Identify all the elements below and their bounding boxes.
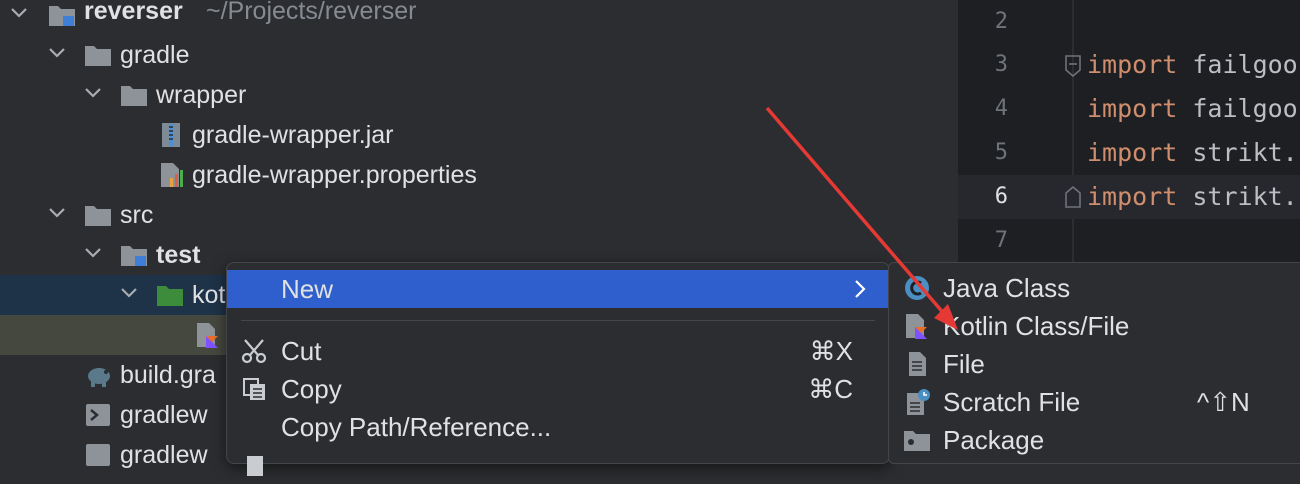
menu-item-copy[interactable]: Copy ⌘C: [227, 370, 889, 408]
code-identifier: failgoo: [1192, 50, 1298, 79]
submenu-item-label: Java Class: [943, 273, 1071, 303]
scissors-icon: [241, 339, 267, 364]
test-sources-folder-icon: [157, 286, 183, 306]
folder-icon: [121, 86, 147, 106]
shortcut-label: ⌘C: [808, 374, 853, 404]
file-icon: [909, 352, 926, 376]
batch-file-icon: [86, 444, 110, 466]
fold-start-icon[interactable]: [1064, 54, 1082, 78]
folder-icon: [85, 206, 111, 226]
menu-item-label: Copy: [281, 374, 342, 404]
menu-item-cut[interactable]: Cut ⌘X: [227, 332, 889, 370]
chevron-down-icon[interactable]: [10, 0, 32, 35]
shell-script-icon: [86, 404, 110, 426]
shortcut-label: ⌘X: [809, 336, 853, 366]
tree-row-gradle[interactable]: gradle: [0, 35, 958, 75]
paste-icon: [247, 456, 263, 476]
submenu-item-java-class[interactable]: Java Class: [889, 269, 1300, 307]
tree-item-label: gradle-wrapper.jar: [192, 121, 394, 149]
new-submenu: Java Class Kotlin Class/File File Scratc…: [888, 262, 1300, 464]
line-number: 7: [994, 228, 1008, 253]
submenu-item-label: Scratch File: [943, 387, 1081, 417]
code-identifier: strikt.: [1192, 138, 1298, 167]
line-number-current: 6: [994, 184, 1008, 209]
fold-end-icon[interactable]: [1064, 185, 1082, 209]
submenu-item-label: File: [943, 349, 985, 379]
menu-item-label: New: [281, 274, 334, 304]
line-number: 4: [994, 96, 1008, 121]
module-folder-icon: [49, 6, 75, 26]
chevron-down-icon[interactable]: [84, 75, 106, 115]
tree-item-label: build.gra: [120, 361, 216, 389]
chevron-down-icon[interactable]: [84, 235, 106, 275]
project-root-path: ~/Projects/reverser: [206, 0, 417, 25]
package-icon: [904, 431, 930, 451]
module-folder-icon: [121, 246, 147, 266]
kotlin-file-icon: [197, 323, 218, 348]
keyword-import: import: [1087, 182, 1178, 211]
submenu-item-file[interactable]: File: [889, 345, 1300, 383]
submenu-item-label: Kotlin Class/File: [943, 311, 1130, 341]
tree-row-root[interactable]: reverser ~/Projects/reverser: [0, 0, 958, 35]
menu-item-new[interactable]: New: [227, 270, 889, 308]
tree-item-label: test: [156, 241, 201, 269]
scratch-file-icon: [907, 389, 930, 415]
tree-item-label: wrapper: [156, 81, 247, 109]
code-line-3[interactable]: import failgoo: [1087, 43, 1300, 87]
kotlin-file-icon: [906, 314, 927, 339]
line-number: 3: [994, 52, 1008, 77]
tree-row-src[interactable]: src: [0, 195, 958, 235]
menu-item-label: Copy Path/Reference...: [281, 412, 552, 442]
tree-item-label: gradlew: [120, 401, 208, 429]
menu-item-label: Cut: [281, 336, 322, 366]
code-line-4[interactable]: import failgoo: [1087, 87, 1300, 131]
code-identifier: failgoo: [1192, 94, 1298, 123]
code-line-5[interactable]: import strikt.: [1087, 131, 1300, 175]
tree-item-label: gradlew: [120, 441, 208, 469]
chevron-down-icon[interactable]: [48, 195, 70, 235]
java-class-icon: [905, 276, 929, 300]
jar-archive-icon: [162, 123, 180, 147]
keyword-import: import: [1087, 138, 1178, 167]
properties-file-icon: [161, 163, 183, 187]
tree-row-wrapper[interactable]: wrapper: [0, 75, 958, 115]
shortcut-label: ^⇧N: [1197, 387, 1250, 417]
keyword-import: import: [1087, 50, 1178, 79]
chevron-down-icon[interactable]: [48, 35, 70, 75]
tree-item-label: kot: [192, 281, 226, 309]
submenu-item-package[interactable]: Package: [889, 421, 1300, 459]
submenu-arrow-icon: [855, 280, 866, 298]
copy-icon: [243, 378, 265, 400]
submenu-item-kotlin-class-file[interactable]: Kotlin Class/File: [889, 307, 1300, 345]
tree-row-gradle-wrapper-jar[interactable]: gradle-wrapper.jar: [0, 115, 958, 155]
line-number: 2: [994, 9, 1008, 34]
menu-separator: [241, 320, 875, 321]
gradle-elephant-icon: [88, 368, 110, 387]
context-menu: New Cut ⌘X Copy ⌘C Copy Path/Reference..…: [226, 262, 890, 476]
code-identifier: strikt.: [1192, 182, 1298, 211]
tree-item-label: gradle-wrapper.properties: [192, 161, 477, 189]
code-line-6[interactable]: import strikt.: [1087, 175, 1300, 219]
tree-row-gradle-wrapper-properties[interactable]: gradle-wrapper.properties: [0, 155, 958, 195]
submenu-item-scratch-file[interactable]: Scratch File ^⇧N: [889, 383, 1300, 421]
keyword-import: import: [1087, 94, 1178, 123]
submenu-item-label: Package: [943, 425, 1045, 455]
line-number: 5: [994, 140, 1008, 165]
project-root-name: reverser: [84, 0, 183, 25]
tree-item-label: gradle: [120, 41, 190, 69]
tree-item-label: src: [120, 201, 154, 229]
chevron-down-icon[interactable]: [120, 275, 142, 315]
menu-item-copy-path[interactable]: Copy Path/Reference...: [227, 408, 889, 446]
folder-icon: [85, 46, 111, 66]
